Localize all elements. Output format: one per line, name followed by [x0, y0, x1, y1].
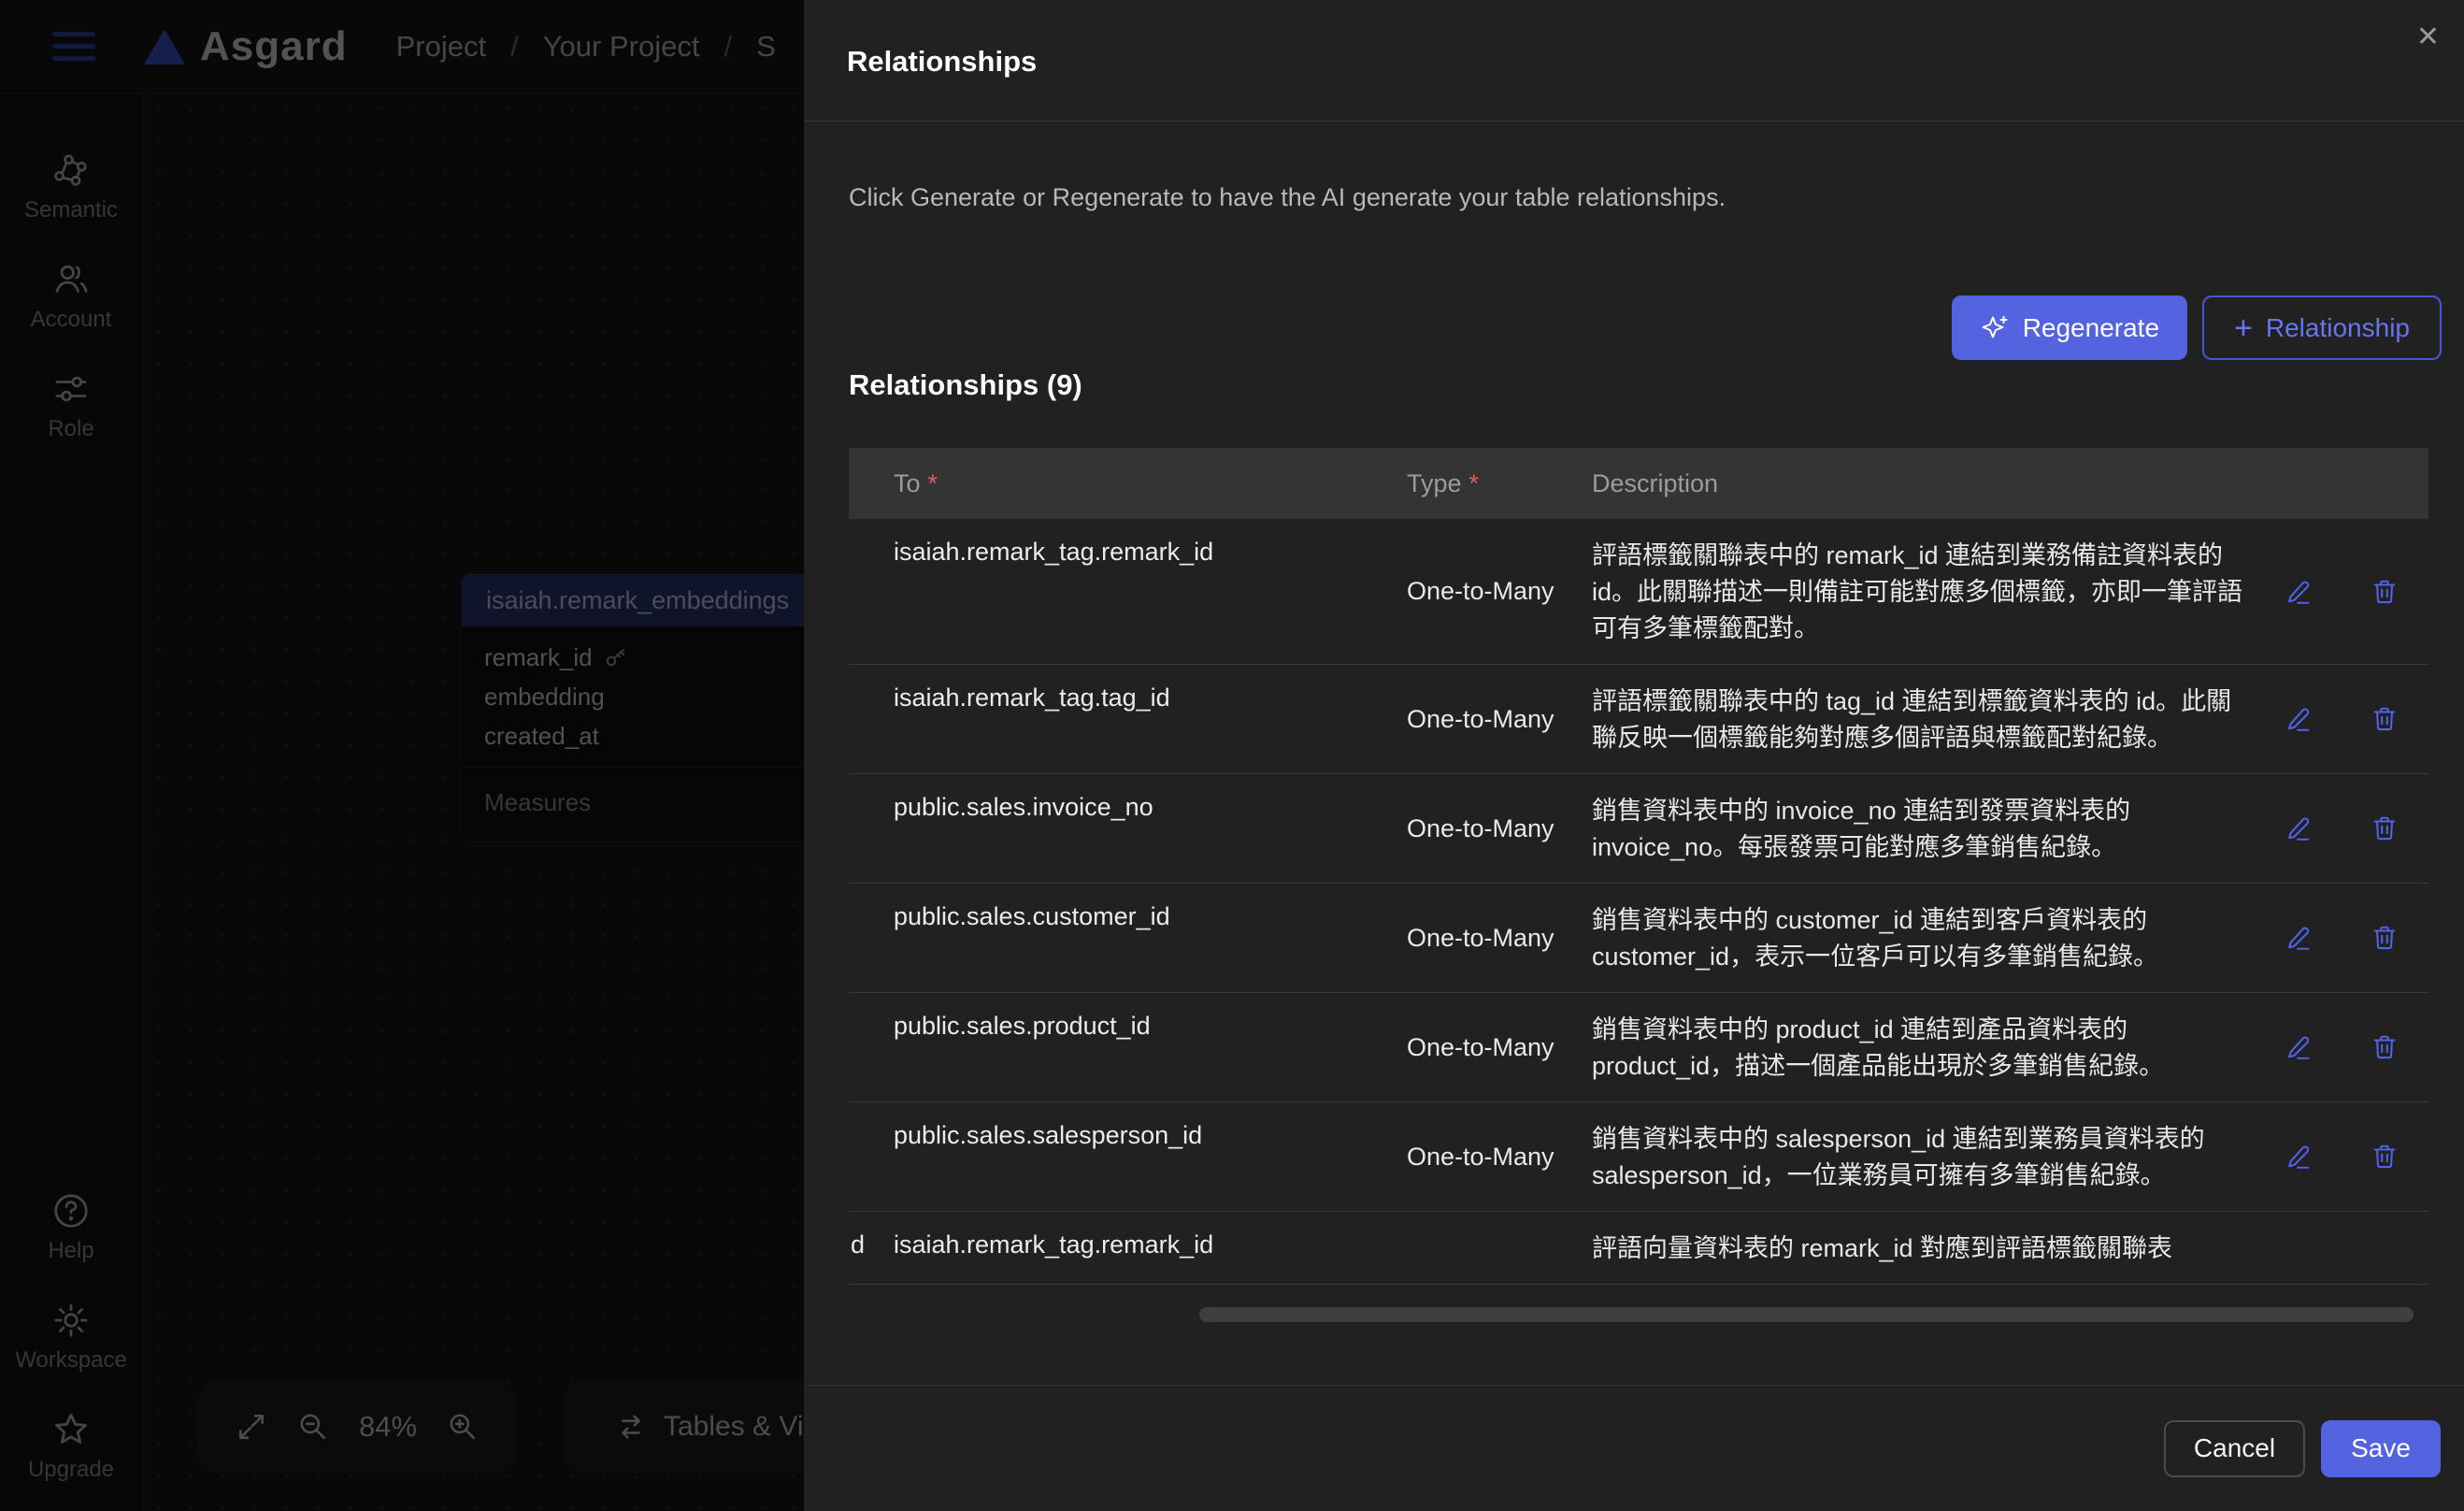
- row-actions: [2264, 705, 2428, 733]
- relationships-table: To* Type* Description isaiah.remark_tag.…: [849, 448, 2428, 1329]
- row-type: One-to-Many: [1393, 577, 1580, 606]
- drawer-title: Relationships: [847, 45, 1037, 79]
- drawer-actions-row: Regenerate + Relationship: [1952, 295, 2442, 360]
- row-actions: [2264, 578, 2428, 606]
- column-header-description: Description: [1580, 469, 2264, 498]
- row-description: 評語標籤關聯表中的 tag_id 連結到標籤資料表的 id。此關聯反映一個標籤能…: [1580, 665, 2264, 773]
- table-row: public.sales.invoice_no One-to-Many 銷售資料…: [849, 774, 2428, 884]
- cancel-button[interactable]: Cancel: [2164, 1420, 2305, 1477]
- relationships-drawer: Relationships ✕ Click Generate or Regene…: [804, 0, 2464, 1511]
- row-description: 銷售資料表中的 product_id 連結到產品資料表的 product_id，…: [1580, 993, 2264, 1101]
- delete-trash-icon[interactable]: [2371, 1143, 2399, 1171]
- table-row: isaiah.remark_tag.remark_id One-to-Many …: [849, 519, 2428, 665]
- row-type: One-to-Many: [1393, 924, 1580, 953]
- row-type: One-to-Many: [1393, 705, 1580, 734]
- edit-pencil-icon[interactable]: [2285, 924, 2313, 952]
- row-actions: [2264, 924, 2428, 952]
- drawer-header: Relationships ✕: [804, 0, 2464, 122]
- drawer-description: Click Generate or Regenerate to have the…: [849, 183, 1726, 212]
- row-actions: [2264, 814, 2428, 842]
- row-to: isaiah.remark_tag.remark_id: [849, 519, 1393, 664]
- close-icon[interactable]: ✕: [2416, 21, 2440, 53]
- sparkle-icon: [1980, 313, 2010, 343]
- row-to: public.sales.product_id: [849, 993, 1393, 1101]
- column-header-to: To*: [849, 469, 1393, 498]
- regenerate-button[interactable]: Regenerate: [1952, 295, 2187, 360]
- row-description: 評語向量資料表的 remark_id 對應到評語標籤關聯表: [1580, 1212, 2264, 1284]
- relationships-rows: isaiah.remark_tag.remark_id One-to-Many …: [849, 519, 2428, 1285]
- drawer-footer: Cancel Save: [804, 1385, 2464, 1511]
- relationships-count-title: Relationships (9): [849, 368, 1082, 402]
- delete-trash-icon[interactable]: [2371, 814, 2399, 842]
- row-description: 銷售資料表中的 salesperson_id 連結到業務員資料表的 salesp…: [1580, 1102, 2264, 1211]
- required-asterisk: *: [1469, 469, 1480, 497]
- delete-trash-icon[interactable]: [2371, 705, 2399, 733]
- table-row: public.sales.customer_id One-to-Many 銷售資…: [849, 884, 2428, 993]
- edit-pencil-icon[interactable]: [2285, 814, 2313, 842]
- edit-pencil-icon[interactable]: [2285, 1033, 2313, 1061]
- row-to: public.sales.customer_id: [849, 884, 1393, 992]
- edit-pencil-icon[interactable]: [2285, 1143, 2313, 1171]
- save-button[interactable]: Save: [2321, 1420, 2441, 1477]
- row-description: 評語標籤關聯表中的 remark_id 連結到業務備註資料表的 id。此關聯描述…: [1580, 519, 2264, 664]
- column-header-type: Type*: [1393, 469, 1580, 498]
- delete-trash-icon[interactable]: [2371, 924, 2399, 952]
- table-row: public.sales.salesperson_id One-to-Many …: [849, 1102, 2428, 1212]
- row-to: isaiah.remark_tag.remark_id: [849, 1212, 1393, 1284]
- row-to: isaiah.remark_tag.tag_id: [849, 665, 1393, 773]
- table-row: public.sales.product_id One-to-Many 銷售資料…: [849, 993, 2428, 1102]
- row-actions: [2264, 1143, 2428, 1171]
- edit-pencil-icon[interactable]: [2285, 705, 2313, 733]
- required-asterisk: *: [928, 469, 938, 497]
- row-type: One-to-Many: [1393, 1143, 1580, 1172]
- delete-trash-icon[interactable]: [2371, 578, 2399, 606]
- edit-pencil-icon[interactable]: [2285, 578, 2313, 606]
- row-actions: [2264, 1033, 2428, 1061]
- add-relationship-label: Relationship: [2266, 313, 2410, 343]
- table-row: d isaiah.remark_tag.remark_id 評語向量資料表的 r…: [849, 1212, 2428, 1285]
- table-row: isaiah.remark_tag.tag_id One-to-Many 評語標…: [849, 665, 2428, 774]
- row-type: One-to-Many: [1393, 1033, 1580, 1062]
- add-relationship-button[interactable]: + Relationship: [2202, 295, 2442, 360]
- row-description: 銷售資料表中的 customer_id 連結到客戶資料表的 customer_i…: [1580, 884, 2264, 992]
- app-root: Asgard Project / Your Project / S Semant…: [0, 0, 2464, 1511]
- row-description: 銷售資料表中的 invoice_no 連結到發票資料表的 invoice_no。…: [1580, 774, 2264, 883]
- row-to: public.sales.invoice_no: [849, 774, 1393, 883]
- horizontal-scrollbar[interactable]: [1199, 1307, 2414, 1322]
- row-to: public.sales.salesperson_id: [849, 1102, 1393, 1211]
- table-header-row: To* Type* Description: [849, 448, 2428, 519]
- row-type: One-to-Many: [1393, 814, 1580, 843]
- delete-trash-icon[interactable]: [2371, 1033, 2399, 1061]
- regenerate-label: Regenerate: [2023, 313, 2159, 343]
- row-overflow-fragment: d: [851, 1230, 865, 1259]
